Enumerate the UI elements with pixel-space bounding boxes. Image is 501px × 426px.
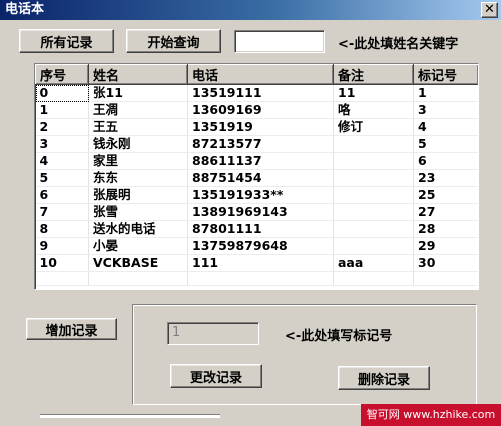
table-cell [333, 220, 414, 238]
table-cell: 13609169 [187, 101, 334, 119]
table-cell: 张雪 [88, 203, 188, 221]
table-row[interactable]: 5 东东 88751454 23 [35, 169, 478, 187]
table-row[interactable]: 8 送水的电话 87801111 28 [35, 220, 478, 238]
table-row[interactable]: 0 张11 13519111 11 1 [35, 84, 478, 102]
table-cell: 9 [35, 237, 89, 255]
table-cell: 王凋 [88, 101, 188, 119]
records-table: 序号 姓名 电话 备注 标记号 0 张11 13519111 11 1 1 王凋 [35, 64, 478, 286]
table-cell: 13759879648 [187, 237, 334, 255]
table-cell: 送水的电话 [88, 220, 188, 238]
table-cell: 3 [35, 135, 89, 153]
table-cell: 87801111 [187, 220, 334, 238]
table-cell: 5 [413, 135, 478, 153]
table-cell: 7 [35, 203, 89, 221]
table-cell [333, 135, 414, 153]
table-cell: 1 [413, 84, 478, 102]
name-keyword-hint: <-此处填姓名关键字 [338, 37, 459, 52]
column-header-phone[interactable]: 电话 [187, 64, 334, 85]
bottom-divider [40, 414, 220, 418]
table-row[interactable]: 10 VCKBASE 111 aaa 30 [35, 254, 478, 272]
table-cell: 4 [413, 118, 478, 136]
delete-record-button[interactable]: 删除记录 [338, 366, 430, 390]
table-cell: 2 [35, 118, 89, 136]
table-cell [333, 169, 414, 187]
table-cell: aaa [333, 254, 414, 272]
all-records-button[interactable]: 所有记录 [19, 29, 114, 53]
table-cell: 6 [35, 186, 89, 204]
table-cell: 5 [35, 169, 89, 187]
column-header-index[interactable]: 序号 [35, 64, 89, 85]
table-cell: 87213577 [187, 135, 334, 153]
table-row[interactable]: 7 张雪 13891969143 27 [35, 203, 478, 221]
name-keyword-input[interactable] [234, 30, 325, 53]
column-header-name[interactable]: 姓名 [88, 64, 188, 85]
table-cell: 1 [35, 101, 89, 119]
table-cell: 3 [413, 101, 478, 119]
table-cell: 11 [333, 84, 414, 102]
window-title: 电话本 [5, 2, 45, 17]
start-query-button[interactable]: 开始查询 [126, 29, 221, 53]
table-cell: 家里 [88, 152, 188, 170]
table-cell: 小晏 [88, 237, 188, 255]
table-header-row: 序号 姓名 电话 备注 标记号 [35, 64, 478, 85]
table-cell [333, 186, 414, 204]
table-cell: 28 [413, 220, 478, 238]
table-cell: 111 [187, 254, 334, 272]
table-cell: 钱永刚 [88, 135, 188, 153]
table-cell: 6 [413, 152, 478, 170]
table-cell: 88611137 [187, 152, 334, 170]
column-header-mark[interactable]: 标记号 [413, 64, 478, 85]
table-cell: 13519111 [187, 84, 334, 102]
table-cell: 8 [35, 220, 89, 238]
table-cell: 30 [413, 254, 478, 272]
watermark-badge: 智可网 www.hzhike.com [361, 404, 501, 426]
table-row[interactable]: 9 小晏 13759879648 29 [35, 237, 478, 255]
table-cell: 13891969143 [187, 203, 334, 221]
table-cell: 29 [413, 237, 478, 255]
table-empty-row [35, 271, 478, 286]
table-cell: 张展明 [88, 186, 188, 204]
table-row[interactable]: 6 张展明 135191933** 25 [35, 186, 478, 204]
table-cell: 张11 [88, 84, 188, 102]
table-cell: 0 [35, 84, 89, 102]
table-cell: 25 [413, 186, 478, 204]
add-record-button[interactable]: 增加记录 [26, 318, 117, 340]
update-record-button[interactable]: 更改记录 [170, 364, 262, 388]
close-icon: ✕ [484, 2, 495, 17]
mark-number-hint: <-此处填写标记号 [285, 329, 393, 344]
table-row[interactable]: 3 钱永刚 87213577 5 [35, 135, 478, 153]
column-header-note[interactable]: 备注 [333, 64, 414, 85]
table-cell: 135191933** [187, 186, 334, 204]
table-cell: 咯 [333, 101, 414, 119]
title-bar[interactable]: 电话本 ✕ [0, 0, 501, 20]
phonebook-window: 电话本 ✕ 所有记录 开始查询 <-此处填姓名关键字 序号 姓名 电话 备注 标… [0, 0, 501, 426]
table-row[interactable]: 1 王凋 13609169 咯 3 [35, 101, 478, 119]
table-cell: 修订 [333, 118, 414, 136]
table-cell: 10 [35, 254, 89, 272]
table-cell: 王五 [88, 118, 188, 136]
table-row[interactable]: 2 王五 1351919 修订 4 [35, 118, 478, 136]
table-cell: 东东 [88, 169, 188, 187]
table-cell: 4 [35, 152, 89, 170]
table-cell [333, 152, 414, 170]
table-cell: VCKBASE [88, 254, 188, 272]
close-button[interactable]: ✕ [481, 2, 498, 18]
table-cell [333, 237, 414, 255]
records-listview[interactable]: 序号 姓名 电话 备注 标记号 0 张11 13519111 11 1 1 王凋 [34, 63, 479, 290]
table-row[interactable]: 4 家里 88611137 6 [35, 152, 478, 170]
table-cell: 23 [413, 169, 478, 187]
table-cell [333, 203, 414, 221]
table-cell: 88751454 [187, 169, 334, 187]
mark-number-input[interactable]: 1 [167, 322, 259, 345]
table-cell: 27 [413, 203, 478, 221]
table-cell: 1351919 [187, 118, 334, 136]
